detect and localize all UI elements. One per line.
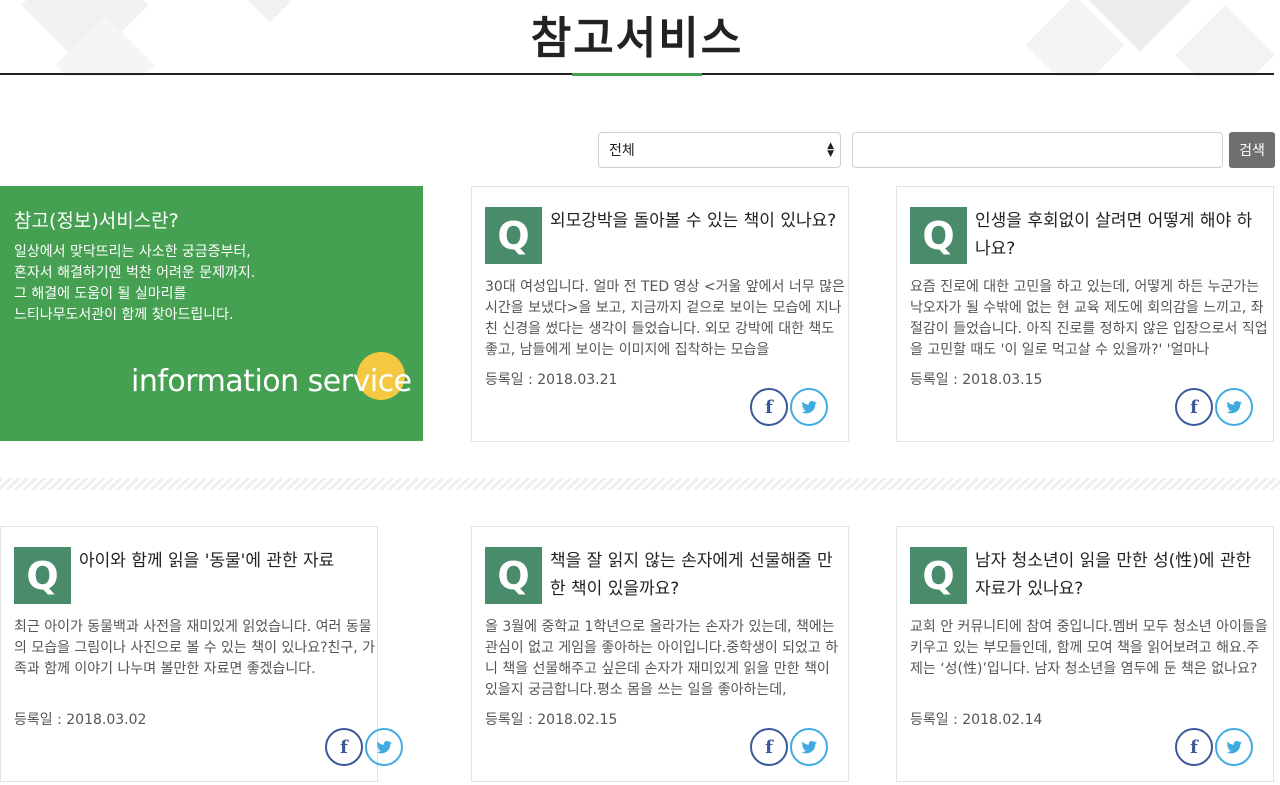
facebook-icon[interactable]: f: [750, 388, 788, 426]
q-icon: Q: [485, 547, 542, 604]
qa-card-title[interactable]: 아이와 함께 읽을 '동물'에 관한 자료: [79, 547, 371, 575]
twitter-icon[interactable]: [790, 388, 828, 426]
qa-card-body: 30대 여성입니다. 얼마 전 TED 영상 <거울 앞에서 너무 많은 시간을…: [485, 279, 845, 358]
section-divider: [0, 478, 1280, 490]
twitter-icon[interactable]: [365, 728, 403, 766]
qa-card-title[interactable]: 책을 잘 읽지 않는 손자에게 선물해줄 만한 책이 있을까요?: [550, 547, 842, 603]
qa-card-body: 요즘 진로에 대한 고민을 하고 있는데, 어떻게 하든 누군가는 낙오자가 될…: [910, 279, 1268, 358]
q-icon: Q: [910, 547, 967, 604]
qa-card[interactable]: Q 책을 잘 읽지 않는 손자에게 선물해줄 만한 책이 있을까요? 올 3월에…: [471, 526, 849, 782]
twitter-icon[interactable]: [1215, 388, 1253, 426]
intro-line: 느티나무도서관이 함께 찾아드립니다.: [14, 307, 234, 323]
qa-card[interactable]: Q 인생을 후회없이 살려면 어떻게 해야 하나요? 요즘 진로에 대한 고민을…: [896, 186, 1274, 442]
qa-card-date: 등록일 : 2018.02.14: [910, 712, 1043, 728]
qa-card-date: 등록일 : 2018.03.15: [910, 372, 1043, 388]
qa-card-date: 등록일 : 2018.03.02: [14, 712, 147, 728]
category-select[interactable]: 전체 ▲ ▼: [598, 132, 841, 168]
page-title: 참고서비스: [530, 13, 744, 64]
qa-card[interactable]: Q 남자 청소년이 읽을 만한 성(性)에 관한 자료가 있나요? 교회 안 커…: [896, 526, 1274, 782]
search-button[interactable]: 검색: [1229, 132, 1275, 168]
page-header: 참고서비스: [0, 0, 1280, 76]
facebook-icon[interactable]: f: [325, 728, 363, 766]
qa-card-date: 등록일 : 2018.03.21: [485, 372, 618, 388]
qa-card-title[interactable]: 인생을 후회없이 살려면 어떻게 해야 하나요?: [975, 207, 1267, 263]
q-icon: Q: [485, 207, 542, 264]
qa-card-body: 최근 아이가 동물백과 사전을 재미있게 읽었습니다. 여러 동물의 모습을 그…: [14, 619, 376, 677]
facebook-icon[interactable]: f: [1175, 388, 1213, 426]
intro-line: 일상에서 맞닥뜨리는 사소한 궁금증부터,: [14, 244, 251, 260]
qa-card[interactable]: Q 외모강박을 돌아볼 수 있는 책이 있나요? 30대 여성입니다. 얼마 전…: [471, 186, 849, 442]
intro-line: 혼자서 해결하기엔 벅찬 어려운 문제까지.: [14, 265, 256, 281]
qa-card-date: 등록일 : 2018.02.15: [485, 712, 618, 728]
facebook-icon[interactable]: f: [1175, 728, 1213, 766]
qa-card[interactable]: Q 아이와 함께 읽을 '동물'에 관한 자료 최근 아이가 동물백과 사전을 …: [0, 526, 403, 782]
intro-line: 그 해결에 도움이 될 실마리를: [14, 286, 187, 302]
facebook-icon[interactable]: f: [750, 728, 788, 766]
title-accent-bar: [572, 73, 702, 76]
intro-card: 참고(정보)서비스란? 일상에서 맞닥뜨리는 사소한 궁금증부터, 혼자서 해결…: [0, 186, 423, 441]
select-arrow-icon: ▲ ▼: [827, 141, 834, 159]
intro-tagline: information service: [131, 364, 412, 399]
qa-card-body: 올 3월에 중학교 1학년으로 올라가는 손자가 있는데, 책에는 관심이 없고…: [485, 619, 839, 698]
search-input[interactable]: [852, 132, 1223, 168]
category-select-value: 전체: [609, 143, 635, 159]
q-icon: Q: [910, 207, 967, 264]
twitter-icon[interactable]: [1215, 728, 1253, 766]
qa-card-body: 교회 안 커뮤니티에 참여 중입니다.멤버 모두 청소년 아이들을 키우고 있는…: [910, 619, 1268, 677]
q-icon: Q: [14, 547, 71, 604]
qa-card-title[interactable]: 남자 청소년이 읽을 만한 성(性)에 관한 자료가 있나요?: [975, 547, 1267, 603]
intro-heading: 참고(정보)서비스란?: [14, 210, 179, 232]
qa-card-title[interactable]: 외모강박을 돌아볼 수 있는 책이 있나요?: [550, 207, 842, 235]
twitter-icon[interactable]: [790, 728, 828, 766]
